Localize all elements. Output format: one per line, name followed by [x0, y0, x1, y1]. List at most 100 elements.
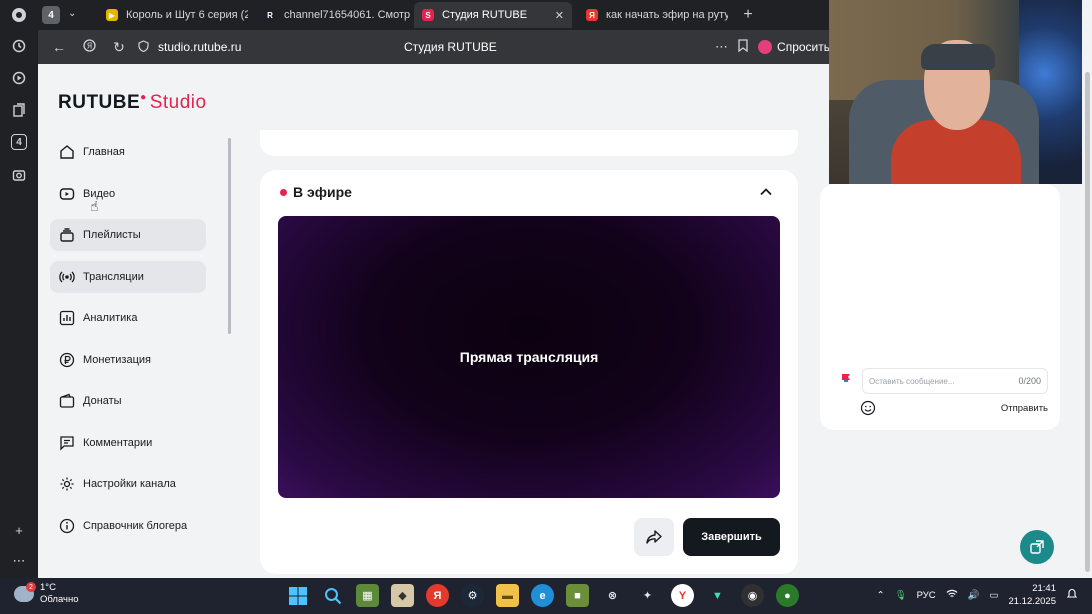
settings-app-icon[interactable]: ✦ — [636, 584, 659, 607]
sidebar-item-home[interactable]: Главная — [50, 136, 206, 168]
share-icon — [646, 530, 662, 544]
taskbar-apps: ▦ ◆ Я ⚙ ▬ e ■ ⊗ ✦ Y ▼ ◉ ● — [286, 584, 799, 607]
vpn-icon[interactable]: ▼ — [706, 584, 729, 607]
collections-icon[interactable] — [8, 99, 30, 121]
battery-icon[interactable]: ▭ — [989, 590, 998, 601]
logo-dot: ● — [140, 92, 147, 103]
weather-text: 1°C Облачно — [40, 582, 79, 606]
ask-alice-button[interactable]: Спросить — [758, 40, 830, 54]
live-indicator — [280, 188, 287, 196]
rutube-studio-logo[interactable]: RUTUBE● Studio — [58, 92, 207, 114]
sidebar-item-channel-settings[interactable]: Настройки канала — [50, 468, 206, 500]
recorder-icon[interactable]: ● — [776, 584, 799, 607]
site-security-icon[interactable] — [134, 39, 152, 55]
media-icon[interactable] — [8, 67, 30, 89]
sidebar-item-label: Комментарии — [83, 436, 153, 449]
start-windows-icon[interactable] — [286, 584, 309, 607]
sidebar-item-blogger-guide[interactable]: Справочник блогера — [50, 510, 206, 542]
studio-sidebar: Главная Видео Плейлисты Трансляции Анали… — [50, 136, 206, 551]
file-explorer-icon[interactable]: ▬ — [496, 584, 519, 607]
search-icon[interactable] — [321, 584, 344, 607]
system-tray: ⌃ 🎙 РУС 🔊 ▭ 21:41 21.12.2025 — [877, 582, 1078, 608]
live-player[interactable]: Прямая трансляция — [278, 216, 780, 498]
profile-icon[interactable] — [8, 4, 30, 26]
back-arrow-icon[interactable]: ← — [44, 39, 74, 55]
xbox-icon[interactable]: ⊗ — [601, 584, 624, 607]
page-scroll-thumb[interactable] — [1085, 72, 1090, 572]
share-button[interactable] — [634, 518, 674, 556]
sidebar-item-playlists[interactable]: Плейлисты — [50, 219, 206, 251]
panel-settings-icon[interactable]: ⋯ — [8, 550, 30, 572]
logo-brand: RUTUBE — [58, 92, 141, 113]
sidebar-item-analytics[interactable]: Аналитика — [50, 302, 206, 334]
browser-side-rail: 4 + ⋯ — [0, 0, 38, 578]
add-panel-icon[interactable]: + — [8, 519, 30, 541]
cloud-icon: 2 — [14, 582, 36, 602]
windows-taskbar: 2 1°C Облачно ▦ ◆ Я ⚙ ▬ e ■ ⊗ ✦ Y ▼ ◉ ● … — [0, 578, 1092, 614]
close-tab-icon[interactable]: ✕ — [541, 9, 564, 22]
chat-message-input[interactable]: Оставить сообщение... 0/200 — [862, 368, 1048, 394]
live-card: В эфире Прямая трансляция Завершить — [260, 170, 798, 574]
yandex-home-icon[interactable]: Я — [74, 39, 104, 55]
sidebar-item-donations[interactable]: Донаты — [50, 385, 206, 417]
info-icon — [58, 517, 76, 535]
notifications-icon[interactable] — [1066, 588, 1078, 603]
bookmark-icon[interactable] — [738, 39, 748, 55]
tab-counter[interactable]: 4 — [42, 6, 60, 24]
game-icon[interactable]: ◆ — [391, 584, 414, 607]
tab-label: channel71654061. Смотр — [284, 9, 411, 21]
wifi-icon[interactable] — [946, 589, 958, 602]
yandex-icon[interactable]: Я — [426, 584, 449, 607]
logo-product: Studio — [149, 92, 207, 113]
more-menu-icon[interactable]: ⋯ — [715, 39, 728, 55]
sidebar-scrollbar[interactable] — [228, 138, 231, 334]
weather-widget[interactable]: 2 1°C Облачно — [14, 582, 79, 606]
finish-broadcast-button[interactable]: Завершить — [683, 518, 780, 556]
obs-icon[interactable]: ◉ — [741, 584, 764, 607]
tab-strip: 4 ⌄ ▶ Король и Шут 6 серия (20 R channel… — [38, 0, 830, 30]
tab-label: как начать эфир на рутуб — [606, 9, 728, 21]
tray-expand-icon[interactable]: ⌃ — [877, 590, 885, 601]
sidebar-item-comments[interactable]: Комментарии — [50, 427, 206, 459]
page-scrollbar[interactable] — [1082, 64, 1092, 578]
playlist-icon — [58, 226, 76, 244]
sidebar-item-video[interactable]: Видео — [50, 178, 206, 210]
rutube-favicon-icon: R — [264, 9, 276, 21]
chevron-up-icon[interactable] — [758, 184, 774, 200]
ask-label: Спросить — [777, 40, 830, 54]
tab-studio-rutube[interactable]: S Студия RUTUBE ✕ — [414, 2, 572, 28]
tab-korol-i-shut[interactable]: ▶ Король и Шут 6 серия (20 — [98, 2, 248, 28]
minecraft-launcher-icon[interactable]: ■ — [566, 584, 589, 607]
studio-favicon-icon: S — [422, 9, 434, 21]
language-indicator[interactable]: РУС — [917, 590, 936, 601]
clock[interactable]: 21:41 21.12.2025 — [1008, 582, 1056, 608]
chat-avatar-icon — [840, 370, 852, 382]
tab-channel[interactable]: R channel71654061. Смотр — [256, 2, 412, 28]
sidebar-item-broadcasts[interactable]: Трансляции — [50, 260, 206, 293]
history-icon[interactable] — [8, 35, 30, 57]
webcam-overlay — [829, 0, 1082, 184]
yandex-favicon-icon: Я — [586, 9, 598, 21]
previous-card — [260, 130, 798, 156]
open-external-button[interactable] — [1020, 530, 1054, 564]
tab-group-icon[interactable]: 4 — [11, 134, 27, 150]
tab-label: Студия RUTUBE — [442, 9, 528, 21]
new-tab-icon[interactable]: + — [738, 5, 758, 25]
microphone-icon[interactable]: 🎙 — [895, 590, 907, 601]
emoji-icon[interactable] — [860, 400, 876, 416]
steam-icon[interactable]: ⚙ — [461, 584, 484, 607]
minecraft-icon[interactable]: ▦ — [356, 584, 379, 607]
video-icon — [58, 185, 76, 203]
chat-panel: Оставить сообщение... 0/200 Отправить — [820, 184, 1060, 430]
edge-icon[interactable]: e — [531, 584, 554, 607]
reload-icon[interactable]: ↻ — [104, 39, 134, 56]
sidebar-item-monetization[interactable]: Монетизация — [50, 344, 206, 376]
volume-icon[interactable]: 🔊 — [968, 590, 980, 601]
screenshot-icon[interactable] — [8, 164, 30, 186]
tabs-dropdown-icon[interactable]: ⌄ — [68, 8, 76, 19]
tab-search-query[interactable]: Я как начать эфир на рутуб — [578, 2, 728, 28]
yandex-browser-icon[interactable]: Y — [671, 584, 694, 607]
url-text[interactable]: studio.rutube.ru — [158, 40, 241, 54]
send-message-button[interactable]: Отправить — [1001, 403, 1048, 414]
gear-icon — [58, 475, 76, 493]
